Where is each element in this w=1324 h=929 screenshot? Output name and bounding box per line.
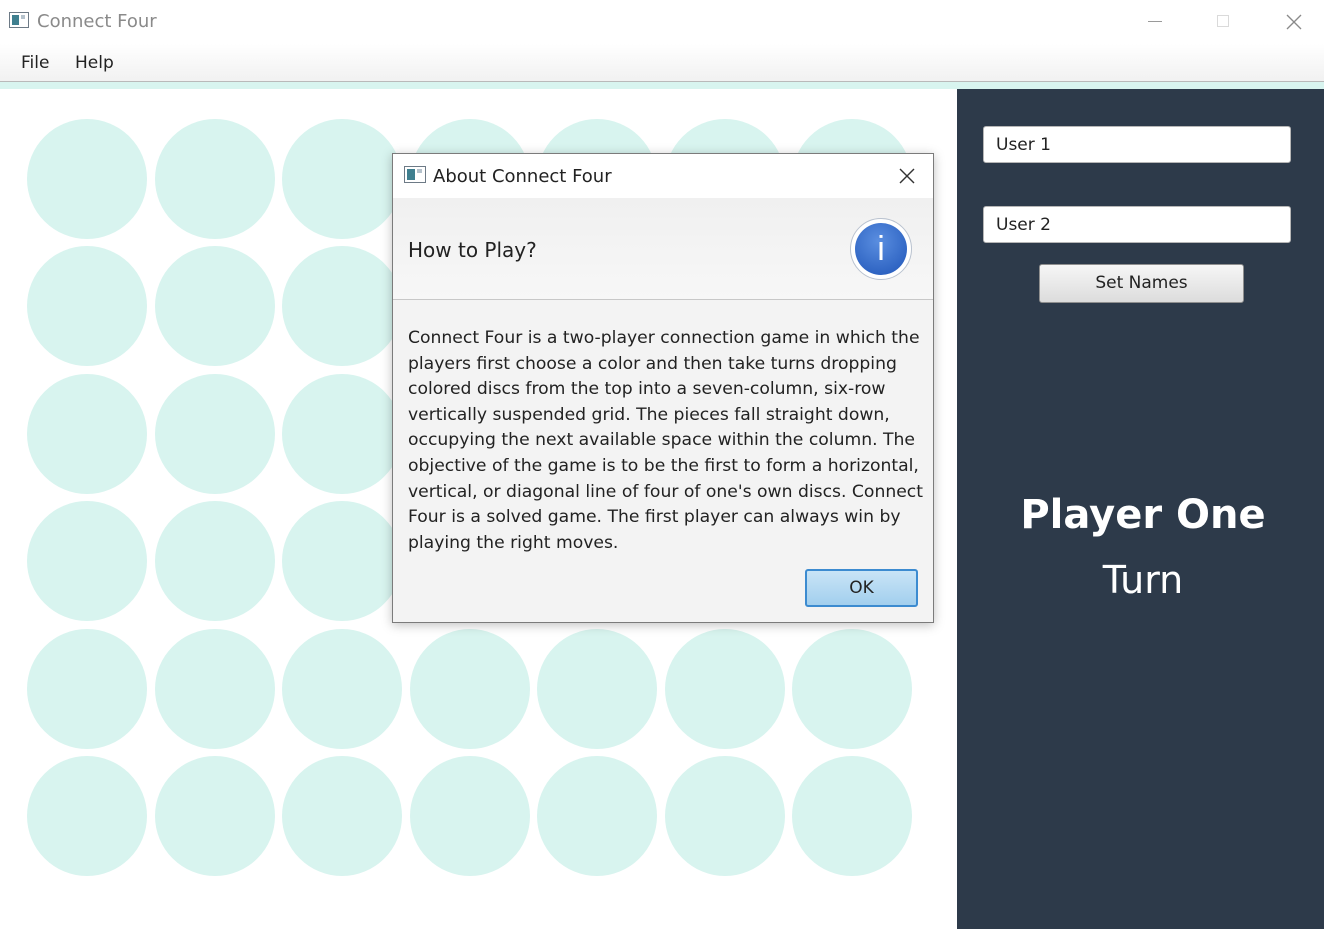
board-slot[interactable] [154, 373, 275, 494]
current-player-label: Player One [1020, 492, 1266, 538]
board-slot[interactable] [792, 756, 912, 876]
board-slot[interactable] [664, 756, 785, 876]
info-icon: i [850, 218, 912, 280]
board-slot[interactable] [792, 628, 912, 749]
board-slot[interactable] [27, 628, 147, 749]
board-slot[interactable] [409, 628, 530, 749]
ok-button[interactable]: OK [805, 569, 918, 607]
close-icon [1286, 14, 1302, 30]
window-titlebar: Connect Four [0, 0, 1324, 44]
board-slot[interactable] [282, 628, 402, 749]
window-title: Connect Four [37, 11, 157, 32]
dialog-body-text: Connect Four is a two-player connection … [408, 328, 923, 553]
board-slot[interactable] [282, 756, 402, 876]
board-slot[interactable] [27, 246, 147, 367]
menu-file[interactable]: File [21, 53, 49, 73]
menu-help[interactable]: Help [75, 53, 114, 73]
board-slot[interactable] [27, 119, 147, 239]
board-slot[interactable] [27, 756, 147, 876]
board-slot[interactable] [154, 119, 275, 239]
app-window-icon [404, 166, 426, 183]
minimize-button[interactable] [1120, 0, 1188, 44]
board-slot[interactable] [409, 756, 530, 876]
board-slot[interactable] [154, 246, 275, 367]
set-names-button[interactable]: Set Names [1039, 264, 1244, 303]
board-slot[interactable] [27, 501, 147, 622]
board-slot[interactable] [27, 373, 147, 494]
dialog-header: How to Play? i [393, 198, 933, 300]
menu-bar: File Help [0, 44, 1324, 82]
close-button[interactable] [1258, 0, 1324, 44]
info-glyph: i [877, 230, 885, 268]
turn-label: Turn [1102, 558, 1184, 602]
board-slot[interactable] [282, 501, 402, 622]
board-slot[interactable] [154, 756, 275, 876]
close-icon [899, 168, 915, 184]
dialog-close-button[interactable] [891, 162, 923, 190]
board-slot[interactable] [537, 628, 657, 749]
player-two-name-input[interactable] [983, 206, 1291, 243]
dialog-heading: How to Play? [408, 238, 537, 262]
board-slot[interactable] [282, 373, 402, 494]
about-dialog: About Connect Four How to Play? i Connec… [392, 153, 934, 623]
board-slot[interactable] [282, 246, 402, 367]
dialog-title: About Connect Four [433, 166, 612, 187]
app-window-icon [9, 12, 29, 28]
board-slot[interactable] [154, 628, 275, 749]
board-slot[interactable] [664, 628, 785, 749]
board-slot[interactable] [282, 119, 402, 239]
dialog-titlebar: About Connect Four [393, 154, 933, 198]
player-one-name-input[interactable] [983, 126, 1291, 163]
board-top-strip [0, 82, 1324, 89]
board-slot[interactable] [537, 756, 657, 876]
maximize-button[interactable] [1189, 0, 1257, 44]
board-slot[interactable] [154, 501, 275, 622]
